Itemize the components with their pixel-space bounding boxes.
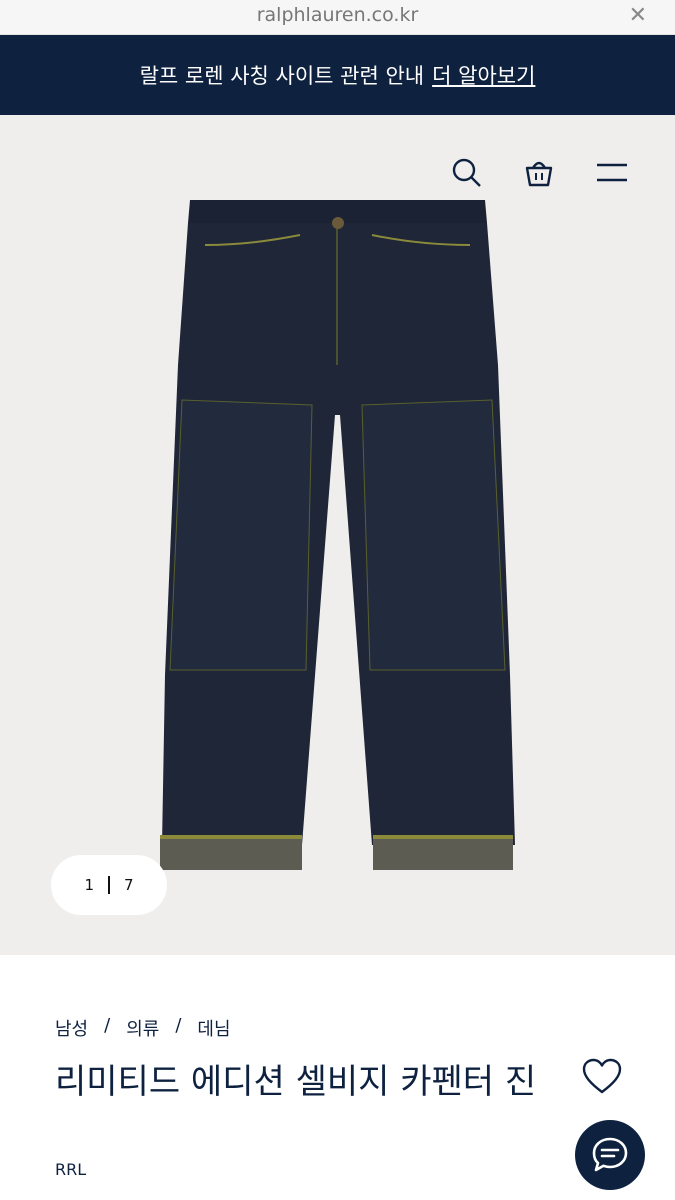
breadcrumb: 남성 / 의류 / 데님 xyxy=(55,1015,231,1041)
chat-button[interactable] xyxy=(575,1120,645,1190)
breadcrumb-item-denim[interactable]: 데님 xyxy=(197,1015,230,1041)
breadcrumb-item-men[interactable]: 남성 xyxy=(55,1015,88,1041)
menu-icon[interactable] xyxy=(596,156,628,190)
search-icon[interactable] xyxy=(450,156,484,190)
heart-icon[interactable] xyxy=(582,1058,622,1096)
breadcrumb-separator: / xyxy=(104,1015,111,1036)
image-counter-total: 7 xyxy=(124,876,134,894)
close-icon[interactable]: ✕ xyxy=(629,3,647,28)
product-title: 리미티드 에디션 셀비지 카펜터 진 xyxy=(55,1062,537,1102)
browser-address-bar[interactable]: ralphlauren.co.kr ✕ xyxy=(0,0,675,35)
counter-divider xyxy=(108,876,110,894)
url-text[interactable]: ralphlauren.co.kr xyxy=(0,4,675,26)
product-image-gallery[interactable] xyxy=(0,115,675,955)
breadcrumb-separator: / xyxy=(175,1015,182,1036)
image-counter: 1 7 xyxy=(51,855,167,915)
banner-text: 랄프 로렌 사칭 사이트 관련 안내 xyxy=(139,64,425,88)
product-image-jeans xyxy=(160,200,515,870)
product-brand: RRL xyxy=(55,1160,87,1179)
breadcrumb-item-clothing[interactable]: 의류 xyxy=(126,1015,159,1041)
image-counter-current: 1 xyxy=(84,876,94,894)
notice-banner: 랄프 로렌 사칭 사이트 관련 안내 더 알아보기 xyxy=(0,35,675,115)
chat-bubble-icon xyxy=(592,1137,628,1172)
bag-icon[interactable] xyxy=(522,156,556,190)
banner-learn-more-link[interactable]: 더 알아보기 xyxy=(432,60,535,90)
